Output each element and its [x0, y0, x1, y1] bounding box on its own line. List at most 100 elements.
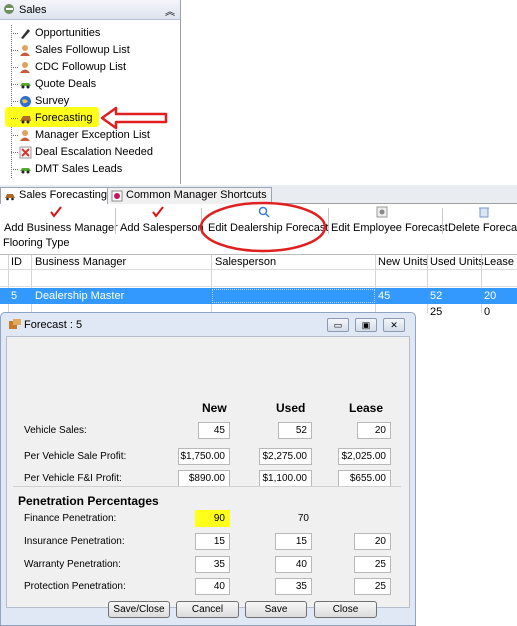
column-header-id[interactable]: ID	[11, 256, 22, 270]
cell-new-units: 45	[378, 290, 391, 302]
cell-used-units: 52	[430, 290, 443, 302]
fi-profit-new-field[interactable]: $890.00	[178, 470, 230, 487]
new-row[interactable]	[0, 269, 517, 287]
sale-profit-lease-field[interactable]: $2,025.00	[338, 448, 391, 465]
cell-lease-units: 0	[484, 306, 491, 318]
vehicle-sales-lease-field[interactable]: 20	[357, 422, 391, 439]
tree-item-label: Survey	[35, 95, 70, 107]
button-label: Delete Forecast	[448, 222, 517, 234]
cancel-button[interactable]: Cancel	[176, 601, 239, 618]
add-business-manager-button[interactable]: Add Business Manager	[4, 205, 118, 237]
column-header-salesperson[interactable]: Salesperson	[215, 256, 276, 270]
tree-item-label: Deal Escalation Needed	[35, 146, 154, 158]
forecast-window-icon	[9, 319, 21, 329]
forecast-icon	[20, 116, 31, 124]
sales-tree-panel: Sales ︽ Opportunities Sales Followup Lis…	[0, 0, 181, 184]
delete-icon	[479, 207, 489, 218]
globe-icon	[20, 96, 31, 107]
insurance-penetration-used-field[interactable]: 15	[275, 533, 312, 550]
flooring-type-label: Flooring Type	[3, 237, 70, 249]
protection-penetration-label: Protection Penetration:	[24, 581, 126, 592]
insurance-penetration-lease-field[interactable]: 20	[354, 533, 391, 550]
table-row[interactable]: 5 Dealership Master 45 52 20	[0, 288, 517, 304]
protection-penetration-new-field[interactable]: 40	[195, 578, 230, 595]
column-header-new-units[interactable]: New Units	[378, 256, 428, 270]
people-icon	[20, 62, 30, 73]
finance-penetration-new-field[interactable]: 90	[195, 510, 230, 527]
fi-profit-label: Per Vehicle F&I Profit:	[24, 473, 122, 484]
checkmark-icon	[152, 206, 164, 218]
sale-profit-new-field[interactable]: $1,750.00	[178, 448, 230, 465]
people-icon	[20, 130, 30, 141]
sales-tree-title: Sales	[19, 4, 47, 16]
warranty-penetration-lease-field[interactable]: 25	[354, 556, 391, 573]
vehicle-sales-used-field[interactable]: 52	[278, 422, 312, 439]
red-ellipse-annotation	[199, 201, 327, 253]
close-button[interactable]: Close	[314, 601, 377, 618]
button-label: Add Salesperson	[120, 222, 204, 234]
fi-profit-lease-field[interactable]: $655.00	[338, 470, 391, 487]
add-salesperson-button[interactable]: Add Salesperson	[120, 205, 204, 237]
tree-item-label: Sales Followup List	[35, 44, 130, 56]
sale-profit-used-field[interactable]: $2,275.00	[259, 448, 312, 465]
shortcuts-icon	[111, 190, 123, 202]
tree-item-label: Manager Exception List	[35, 129, 150, 141]
tree-item-sales-followup[interactable]: Sales Followup List	[11, 42, 176, 59]
close-window-button[interactable]: ✕	[383, 318, 405, 332]
finance-penetration-used-value: 70	[297, 513, 309, 524]
car-icon	[20, 168, 31, 174]
dialog-body: New Used Lease Vehicle Sales: 45 52 20 P…	[6, 336, 410, 608]
save-close-button[interactable]: Save/Close	[108, 601, 170, 618]
vehicle-sales-label: Vehicle Sales:	[24, 425, 87, 436]
tab-sales-forecasting[interactable]: Sales Forecasting	[0, 187, 113, 204]
edit-forecast-icon	[376, 206, 388, 218]
tree-item-dmt-sales-leads[interactable]: DMT Sales Leads	[11, 161, 176, 178]
button-label: Edit Employee Forecast	[331, 222, 448, 234]
tree-item-label: Forecasting	[35, 112, 93, 124]
insurance-penetration-new-field[interactable]: 15	[195, 533, 230, 550]
insurance-penetration-label: Insurance Penetration:	[24, 536, 125, 547]
pencil-icon	[21, 29, 30, 39]
dialog-title: Forecast : 5	[24, 319, 83, 331]
tree-item-deal-escalation[interactable]: Deal Escalation Needed	[11, 144, 176, 161]
sales-tree-header[interactable]: Sales ︽	[0, 0, 180, 20]
tree-item-label: Quote Deals	[35, 78, 97, 90]
edit-employee-forecast-button[interactable]: Edit Employee Forecast	[331, 205, 448, 237]
red-arrow-annotation	[100, 106, 168, 130]
protection-penetration-lease-field[interactable]: 25	[354, 578, 391, 595]
cell-lease-units: 20	[484, 290, 497, 302]
column-header-used-units[interactable]: Used Units	[430, 256, 484, 270]
column-header-lease: Lease	[349, 401, 384, 415]
tree-item-cdc-followup[interactable]: CDC Followup List	[11, 59, 176, 76]
people-icon	[20, 45, 30, 56]
button-label: Add Business Manager	[4, 222, 118, 234]
forecast-icon	[5, 194, 15, 201]
column-header-lease-units[interactable]: Lease U	[484, 256, 517, 270]
cell-used-units: 25	[430, 306, 443, 318]
fi-profit-used-field[interactable]: $1,100.00	[259, 470, 312, 487]
protection-penetration-used-field[interactable]: 35	[275, 578, 312, 595]
checkmark-icon	[50, 206, 62, 218]
delete-forecast-button[interactable]: Delete Forecast	[448, 205, 517, 237]
warranty-penetration-label: Warranty Penetration:	[24, 559, 121, 570]
warranty-penetration-used-field[interactable]: 40	[275, 556, 312, 573]
minimize-button[interactable]: ▭	[327, 318, 349, 332]
escalation-icon	[19, 146, 32, 159]
tab-label: Sales Forecasting	[19, 189, 108, 201]
column-header-used: Used	[276, 401, 306, 415]
collapse-icon[interactable]: ︽	[165, 3, 175, 18]
column-header-new: New	[202, 401, 227, 415]
maximize-button[interactable]: ▣	[355, 318, 377, 332]
save-button[interactable]: Save	[245, 601, 307, 618]
warranty-penetration-new-field[interactable]: 35	[195, 556, 230, 573]
section-divider	[13, 486, 401, 487]
column-header-business-manager[interactable]: Business Manager	[35, 256, 126, 270]
sales-icon	[4, 4, 14, 14]
forecast-dialog: Forecast : 5 ▭ ▣ ✕ New Used Lease Vehicl…	[0, 312, 416, 626]
cell-salesperson[interactable]	[212, 289, 375, 303]
dialog-title-bar[interactable]: Forecast : 5 ▭ ▣ ✕	[1, 313, 415, 335]
vehicle-sales-new-field[interactable]: 45	[198, 422, 230, 439]
tree-item-quote-deals[interactable]: Quote Deals	[11, 76, 176, 93]
tree-item-opportunities[interactable]: Opportunities	[11, 25, 176, 42]
penetration-section-title: Penetration Percentages	[18, 494, 159, 508]
